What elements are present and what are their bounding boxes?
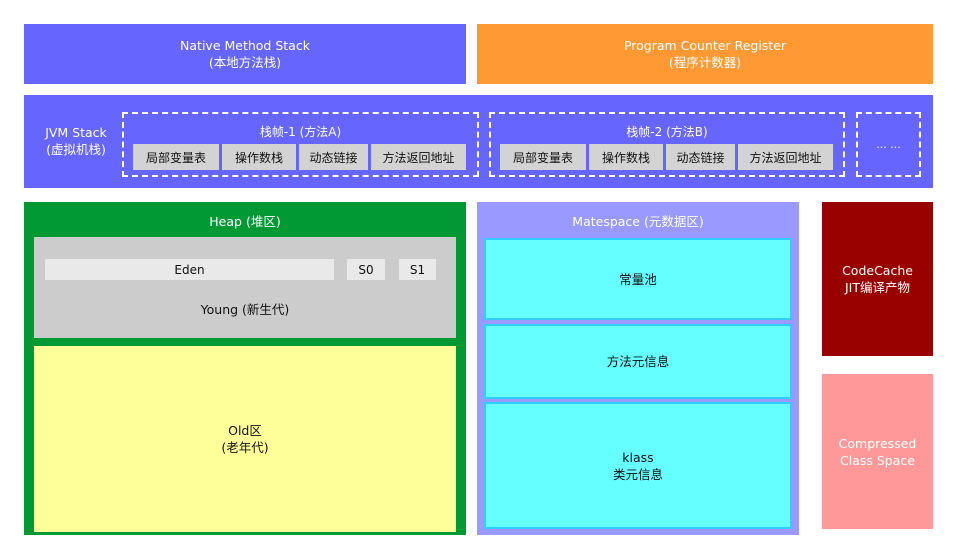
code-cache-subtitle: JIT编译产物 xyxy=(844,280,910,295)
frame-2-operand-stack: 操作数栈 xyxy=(589,144,663,170)
program-counter-subtitle: (程序计数器) xyxy=(668,55,742,70)
constant-pool: 常量池 xyxy=(484,238,792,320)
stack-frame-1: 栈帧-1 (方法A) 局部变量表 操作数栈 动态链接 方法返回地址 xyxy=(122,112,479,177)
young-generation-label: Young (新生代) xyxy=(200,301,290,317)
code-cache-box: CodeCache JIT编译产物 xyxy=(822,202,933,356)
compressed-class-space-box: Compressed Class Space xyxy=(822,374,933,529)
program-counter-box: Program Counter Register (程序计数器) xyxy=(477,24,933,84)
jvm-stack-title: JVM Stack xyxy=(45,125,107,140)
heap-box: Heap (堆区) Eden S0 S1 Young (新生代) Old区 (老… xyxy=(24,202,466,535)
frame-2-dynamic-linking: 动态链接 xyxy=(666,144,735,170)
stack-frame-2-title: 栈帧-2 (方法B) xyxy=(626,125,708,139)
frame-1-local-variables: 局部变量表 xyxy=(133,144,219,170)
klass-metadata: klass 类元信息 xyxy=(484,402,792,529)
frame-2-local-variables: 局部变量表 xyxy=(500,144,586,170)
frame-1-return-address: 方法返回地址 xyxy=(371,144,466,170)
jvm-stack-box: JVM Stack (虚拟机栈) 栈帧-1 (方法A) 局部变量表 操作数栈 动… xyxy=(24,95,933,188)
program-counter-title: Program Counter Register xyxy=(623,38,787,53)
frame-2-return-address: 方法返回地址 xyxy=(738,144,833,170)
eden-space: Eden xyxy=(45,259,334,280)
compressed-class-space-subtitle: Class Space xyxy=(840,452,915,468)
jvm-stack-label: JVM Stack (虚拟机栈) xyxy=(32,113,120,169)
young-generation: Eden S0 S1 Young (新生代) xyxy=(34,237,456,338)
native-method-stack-title: Native Method Stack xyxy=(180,38,310,53)
stack-frame-1-title: 栈帧-1 (方法A) xyxy=(259,125,342,139)
stack-frame-2: 栈帧-2 (方法B) 局部变量表 操作数栈 动态链接 方法返回地址 xyxy=(489,112,845,177)
native-method-stack-subtitle: (本地方法栈) xyxy=(208,55,282,70)
more-frames: ... ... xyxy=(856,112,921,177)
frame-1-dynamic-linking: 动态链接 xyxy=(299,144,368,170)
more-frames-label: ... ... xyxy=(876,138,901,151)
old-generation-subtitle: (老年代) xyxy=(221,440,269,455)
native-method-stack-box: Native Method Stack (本地方法栈) xyxy=(24,24,466,84)
compressed-class-space-title: Compressed xyxy=(838,435,917,451)
old-generation-title: Old区 xyxy=(228,423,262,438)
survivor-s0: S0 xyxy=(347,259,385,280)
old-generation: Old区 (老年代) xyxy=(34,346,456,532)
frame-1-operand-stack: 操作数栈 xyxy=(222,144,296,170)
heap-title: Heap (堆区) xyxy=(209,214,281,229)
metaspace-title: Matespace (元数据区) xyxy=(572,214,704,229)
survivor-s1: S1 xyxy=(399,259,436,280)
jvm-stack-subtitle: (虚拟机栈) xyxy=(46,142,106,157)
metaspace-box: Matespace (元数据区) 常量池 方法元信息 klass 类元信息 xyxy=(477,202,799,535)
method-metadata: 方法元信息 xyxy=(484,324,792,399)
code-cache-title: CodeCache xyxy=(842,263,913,278)
